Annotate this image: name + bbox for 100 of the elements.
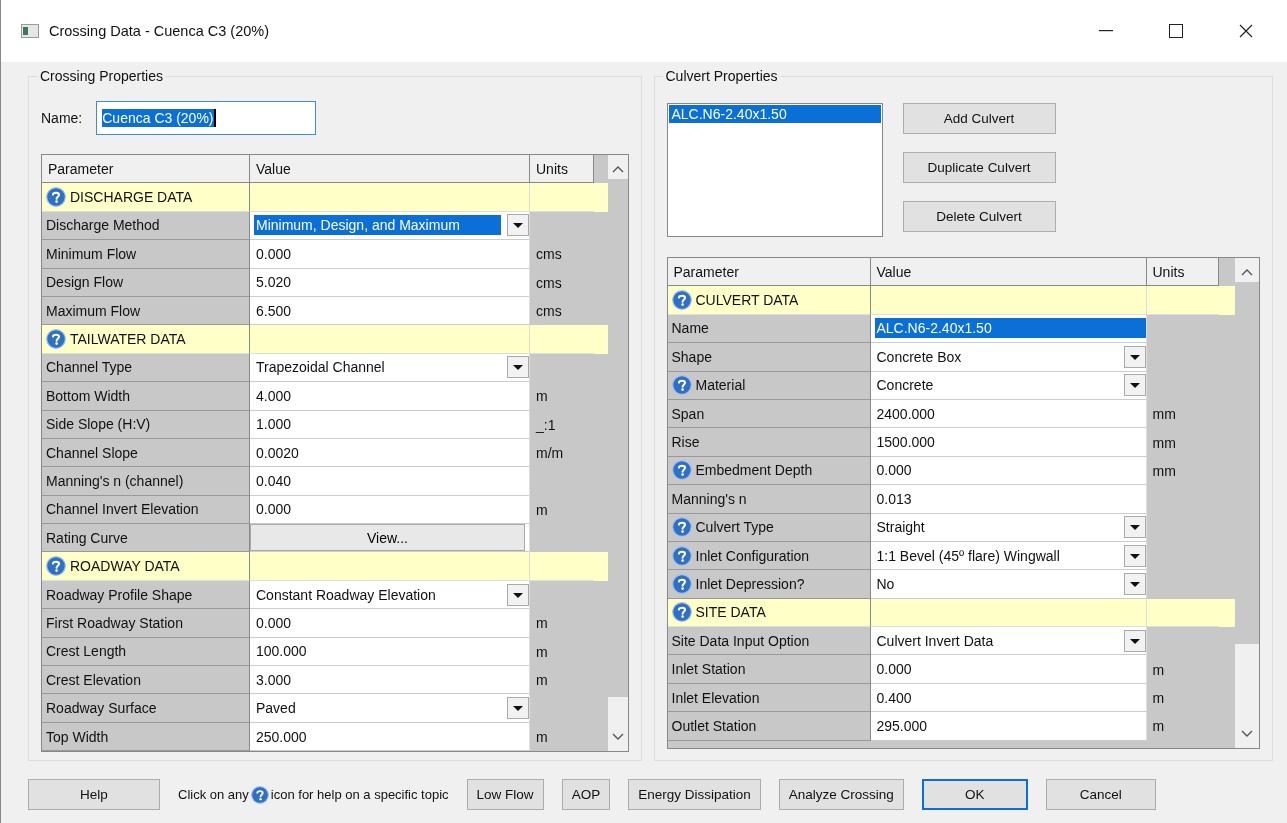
hint-text: Click on any	[178, 787, 249, 802]
help-icon[interactable]	[671, 517, 692, 538]
dropdown-field[interactable]: 1:1 Bevel (45º flare) Wingwall	[870, 541, 1147, 571]
value-field[interactable]: 4.000	[250, 382, 530, 411]
culvert-button[interactable]: Add Culvert	[902, 103, 1056, 134]
list-item[interactable]: ALC.N6-2.40x1.50	[668, 105, 881, 123]
caret-icon[interactable]	[1123, 345, 1146, 368]
field-value: 1.000	[255, 415, 293, 435]
field-value: 4.000	[255, 386, 293, 406]
parameter-label: Rating Curve	[46, 529, 128, 546]
name-field[interactable]: Cuenca C3 (20%)	[96, 101, 317, 135]
window-title: Crossing Data - Cuenca C3 (20%)	[49, 23, 269, 39]
parameter-label: Design Flow	[46, 274, 124, 291]
value-field[interactable]: 0.040	[250, 467, 530, 496]
dialog-button[interactable]: AOP	[561, 779, 611, 810]
dropdown-field[interactable]: Constant Roadway Elevation	[250, 580, 530, 610]
dropdown-field[interactable]: Concrete Box	[870, 343, 1147, 372]
dropdown-field[interactable]: Trapezoidal Channel	[250, 353, 530, 383]
value-field[interactable]: 3.000	[250, 666, 530, 695]
maximize-icon[interactable]	[1169, 24, 1183, 38]
value-field[interactable]: 0.000	[870, 456, 1147, 486]
parameter-label: Channel Type	[46, 359, 133, 376]
value-field[interactable]: 0.013	[870, 485, 1147, 514]
value-field[interactable]: 295.000	[870, 712, 1147, 741]
dropdown-value: Concrete	[875, 376, 935, 396]
help-button[interactable]: Help	[28, 779, 160, 810]
help-icon[interactable]	[46, 556, 66, 577]
parameter-label: Outlet Station	[671, 717, 757, 734]
help-icon[interactable]	[671, 602, 692, 623]
help-icon[interactable]	[46, 329, 66, 350]
culvert-button[interactable]: Delete Culvert	[902, 201, 1056, 232]
scroll-up-icon[interactable]	[611, 165, 624, 173]
parameter-label: Channel Slope	[46, 444, 138, 461]
group-title: Culvert Properties	[662, 68, 781, 84]
scroll-up-icon[interactable]	[1241, 268, 1253, 276]
value-field[interactable]: 0.000	[250, 240, 530, 269]
scroll-thumb[interactable]	[1235, 282, 1259, 644]
value-field[interactable]: 0.000	[250, 609, 530, 638]
help-icon[interactable]	[671, 574, 692, 594]
caret-icon[interactable]	[1123, 544, 1146, 567]
culvert-list[interactable]: ALC.N6-2.40x1.50	[666, 103, 883, 237]
caret-icon[interactable]	[1123, 374, 1146, 397]
dropdown-field[interactable]: Straight	[870, 513, 1147, 542]
dropdown-field[interactable]: Minimum, Design, and Maximum	[250, 211, 530, 241]
field-value: 0.400	[875, 688, 913, 708]
value-field[interactable]: 1.000	[250, 410, 530, 439]
scroll-down-icon[interactable]	[1241, 730, 1253, 738]
caret-icon[interactable]	[507, 583, 529, 606]
dropdown-value: Concrete Box	[875, 347, 963, 367]
dialog-button[interactable]: Energy Dissipation	[628, 779, 761, 810]
help-icon[interactable]	[671, 545, 692, 566]
value-field[interactable]: 100.000	[250, 637, 530, 667]
caret-icon[interactable]	[507, 214, 529, 237]
value-field[interactable]: 5.020	[250, 268, 530, 297]
parameter-label: Culvert Type	[695, 519, 774, 536]
caret-icon[interactable]	[507, 356, 529, 379]
caret-icon[interactable]	[1123, 629, 1146, 652]
culvert-button[interactable]: Duplicate Culvert	[902, 152, 1056, 183]
dialog-button[interactable]: OK	[921, 779, 1028, 810]
value-field[interactable]: 0.000	[250, 495, 530, 525]
caret-icon[interactable]	[1123, 573, 1146, 595]
scrollbar[interactable]	[1235, 258, 1259, 748]
caret-icon[interactable]	[507, 697, 529, 720]
group-title: Crossing Properties	[37, 68, 166, 84]
column-header: Value	[870, 258, 1147, 287]
parameter-label: Name	[671, 320, 709, 337]
dropdown-field[interactable]: Concrete	[870, 371, 1147, 400]
value-field[interactable]: 0.0020	[250, 438, 530, 468]
dialog-button[interactable]: Cancel	[1045, 779, 1156, 810]
field-value: 0.000	[255, 500, 293, 520]
help-icon[interactable]	[671, 460, 692, 481]
column-header: Units	[530, 155, 594, 184]
dropdown-value: Culvert Invert Data	[875, 631, 995, 651]
parameter-label: Span	[671, 405, 705, 422]
help-icon[interactable]	[671, 375, 692, 396]
value-field[interactable]: 6.500	[250, 296, 530, 326]
parameter-label: Top Width	[46, 728, 109, 745]
help-icon[interactable]	[671, 290, 692, 311]
dialog-button[interactable]: Low Flow	[466, 779, 544, 810]
dropdown-field[interactable]: No	[870, 570, 1147, 599]
help-icon[interactable]	[250, 785, 269, 804]
close-icon[interactable]	[1239, 24, 1253, 38]
parameter-label: Roadway Surface	[46, 700, 157, 717]
view-button[interactable]: View...	[250, 524, 525, 552]
value-field[interactable]: 0.400	[870, 683, 1147, 713]
dialog-button[interactable]: Analyze Crossing	[778, 779, 904, 810]
value-field[interactable]: 2400.000	[870, 399, 1147, 429]
minimize-icon[interactable]	[1099, 30, 1113, 32]
field-value: 0.000	[875, 660, 913, 680]
field-value: 250.000	[255, 727, 308, 747]
section-label: SITE DATA	[695, 604, 766, 621]
dropdown-field[interactable]: Paved	[250, 694, 530, 723]
caret-icon[interactable]	[1123, 516, 1146, 539]
value-field[interactable]: 0.000	[870, 655, 1147, 684]
value-field[interactable]: 1500.000	[870, 428, 1147, 457]
scroll-down-icon[interactable]	[611, 733, 624, 741]
dropdown-field[interactable]: Culvert Invert Data	[870, 627, 1147, 656]
value-field[interactable]: 250.000	[250, 722, 530, 751]
field-value: 3.000	[255, 670, 293, 690]
help-icon[interactable]	[46, 187, 66, 208]
